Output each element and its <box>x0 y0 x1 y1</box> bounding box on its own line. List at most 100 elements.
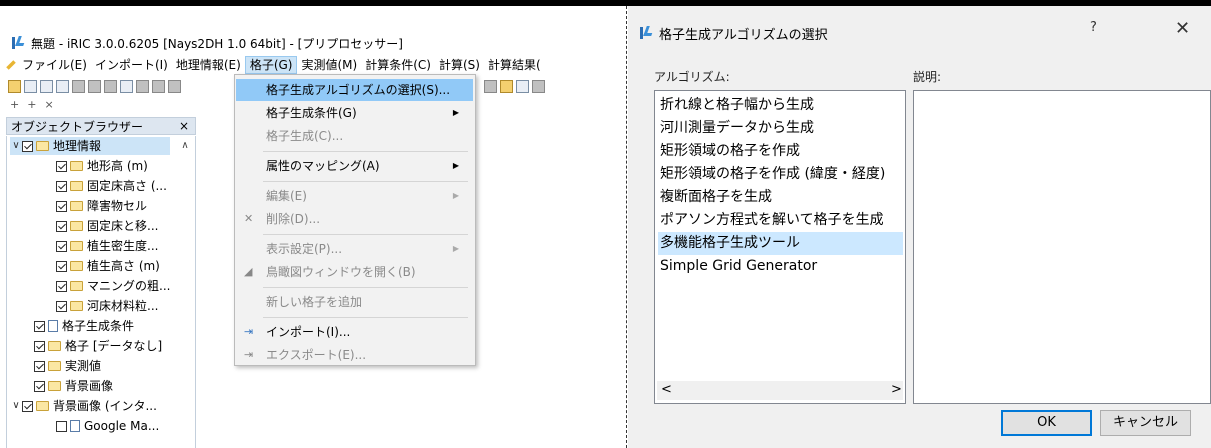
tree-item-obstacle[interactable]: 障害物セル <box>56 197 147 215</box>
tree-item-geo-info[interactable]: ∨ 地理情報 <box>10 137 170 155</box>
checkbox-checked[interactable] <box>56 180 67 192</box>
scroll-left-icon[interactable]: < <box>661 382 672 397</box>
save-icon[interactable] <box>24 79 37 93</box>
tree-item-fixed-bed[interactable]: 固定床高さ (... <box>56 177 167 195</box>
checkbox-checked[interactable] <box>56 200 67 212</box>
folder-icon <box>70 241 83 251</box>
tool-icon[interactable] <box>168 79 181 93</box>
menu-item-delete[interactable]: ✕ 削除(D)... <box>236 208 473 230</box>
object-browser-close-icon[interactable]: × <box>179 119 189 133</box>
grid-tool-icon[interactable] <box>484 79 497 93</box>
checkbox-checked[interactable] <box>34 380 45 392</box>
delete-icon[interactable]: × <box>44 98 53 112</box>
list-item[interactable]: 複断面格子を生成 <box>658 186 903 209</box>
open-icon[interactable] <box>8 79 21 93</box>
checkbox-checked[interactable] <box>22 140 33 152</box>
list-item[interactable]: 河川測量データから生成 <box>658 117 903 140</box>
draw-icon[interactable] <box>500 79 513 93</box>
tree-item-label: 固定床高さ (... <box>87 179 167 193</box>
tree-item-label: 格子生成条件 <box>62 319 135 333</box>
move-down-icon[interactable]: + <box>27 98 36 112</box>
menu-item-label: 格子生成条件(G) <box>266 106 357 120</box>
menu-item-add-grid[interactable]: 新しい格子を追加 <box>236 291 473 313</box>
snapshot-icon[interactable] <box>40 79 53 93</box>
scroll-up-icon[interactable]: ∧ <box>178 140 192 154</box>
algorithm-label: アルゴリズム: <box>654 70 730 84</box>
menu-item-birds-eye[interactable]: ◢ 鳥瞰図ウィンドウを開く(B) <box>236 261 473 283</box>
folder-icon <box>70 301 83 311</box>
menu-item-label: 属性のマッピング(A) <box>266 159 380 173</box>
main-window: 無題 - iRIC 3.0.0.6205 [Nays2DH 1.0 64bit]… <box>0 6 626 448</box>
tree-item-grid-cond[interactable]: 格子生成条件 <box>34 317 134 335</box>
algorithm-list[interactable]: 折れ線と格子幅から生成 河川測量データから生成 矩形領域の格子を作成 矩形領域の… <box>654 90 906 404</box>
scroll-right-icon[interactable]: > <box>891 382 902 397</box>
checkbox-checked[interactable] <box>34 320 45 332</box>
tree-item-background[interactable]: 背景画像 <box>34 377 113 395</box>
menu-item-display[interactable]: 表示設定(P)... ▶ <box>236 238 473 260</box>
tree-item-grid[interactable]: 格子 [データなし] <box>34 337 162 355</box>
undo-icon[interactable] <box>88 79 101 93</box>
tree-item-veg-height[interactable]: 植生高さ (m) <box>56 257 160 275</box>
list-item[interactable]: ポアソン方程式を解いて格子を生成 <box>658 209 903 232</box>
checkbox-checked[interactable] <box>56 260 67 272</box>
horizontal-scrollbar[interactable]: < > <box>657 381 903 400</box>
menu-measured[interactable]: 実測値(M) <box>297 56 361 74</box>
tree-item-elevation[interactable]: 地形高 (m) <box>56 157 148 175</box>
tree-item-measured[interactable]: 実測値 <box>34 357 101 375</box>
checkbox-checked[interactable] <box>56 300 67 312</box>
tree-item-manning[interactable]: マニングの粗... <box>56 277 170 295</box>
import-icon: ⇥ <box>244 325 254 338</box>
zoom-icon[interactable] <box>120 79 133 93</box>
menu-calc-cond[interactable]: 計算条件(C) <box>361 56 435 74</box>
redo-icon[interactable] <box>104 79 117 93</box>
menu-item-export[interactable]: ⇥ エクスポート(E)... <box>236 344 473 366</box>
tree-item-google-maps[interactable]: Google Ma... <box>56 417 159 435</box>
tree-item-background-internet[interactable]: ∨ 背景画像 (インタ... <box>10 397 157 415</box>
checkbox-checked[interactable] <box>56 240 67 252</box>
collapse-icon[interactable]: ∨ <box>10 397 22 415</box>
menu-item-edit[interactable]: 編集(E) ▶ <box>236 185 473 207</box>
cancel-button[interactable]: キャンセル <box>1100 410 1191 436</box>
checkbox-unchecked[interactable] <box>56 420 67 432</box>
checkbox-checked[interactable] <box>56 280 67 292</box>
menu-item-import[interactable]: ⇥ インポート(I)... <box>236 321 473 343</box>
checkbox-checked[interactable] <box>56 220 67 232</box>
list-item-selected[interactable]: 多機能格子生成ツール <box>658 232 903 255</box>
move-up-icon[interactable]: + <box>10 98 19 112</box>
menu-import[interactable]: インポート(I) <box>91 56 172 74</box>
list-item[interactable]: 折れ線と格子幅から生成 <box>658 94 903 117</box>
window-icon[interactable] <box>532 79 545 93</box>
list-item[interactable]: 矩形領域の格子を作成 <box>658 140 903 163</box>
checkbox-checked[interactable] <box>22 400 33 412</box>
fit-icon[interactable] <box>136 79 149 93</box>
tree-item-veg-density[interactable]: 植生密生度... <box>56 237 158 255</box>
menu-item-generate[interactable]: 格子生成(C)... <box>236 125 473 147</box>
tree-item-bed-material[interactable]: 河床材料粒... <box>56 297 158 315</box>
menu-geo-info[interactable]: 地理情報(E) <box>172 56 245 74</box>
menu-file[interactable]: ファイル(E) <box>18 56 91 74</box>
checkbox-checked[interactable] <box>34 360 45 372</box>
checkbox-checked[interactable] <box>56 160 67 172</box>
description-box <box>913 90 1211 404</box>
ok-button[interactable]: OK <box>1001 410 1092 436</box>
menu-item-mapping[interactable]: 属性のマッピング(A) ▶ <box>236 155 473 177</box>
checkbox-checked[interactable] <box>34 340 45 352</box>
move-icon[interactable] <box>72 79 85 93</box>
list-item[interactable]: Simple Grid Generator <box>658 255 903 278</box>
menu-results[interactable]: 計算結果( <box>484 56 545 74</box>
menu-item-grid-cond[interactable]: 格子生成条件(G) ▶ <box>236 102 473 124</box>
menu-calc[interactable]: 計算(S) <box>435 56 484 74</box>
help-button[interactable]: ? <box>1090 20 1097 35</box>
tree-item-fixed-movable[interactable]: 固定床と移... <box>56 217 158 235</box>
color-icon[interactable] <box>516 79 529 93</box>
list-item[interactable]: 矩形領域の格子を作成 (緯度・経度) <box>658 163 903 186</box>
menu-grid[interactable]: 格子(G) <box>244 56 298 74</box>
close-button[interactable]: ✕ <box>1175 18 1190 39</box>
collapse-icon[interactable]: ∨ <box>10 137 22 155</box>
tree-item-label: Google Ma... <box>84 419 160 433</box>
folder-icon <box>36 141 49 151</box>
menu-item-select-algorithm[interactable]: 格子生成アルゴリズムの選択(S)... <box>236 79 473 101</box>
copy-icon[interactable] <box>56 79 69 93</box>
expand-icon[interactable] <box>152 79 165 93</box>
object-browser-title: オブジェクトブラウザー <box>11 119 144 134</box>
